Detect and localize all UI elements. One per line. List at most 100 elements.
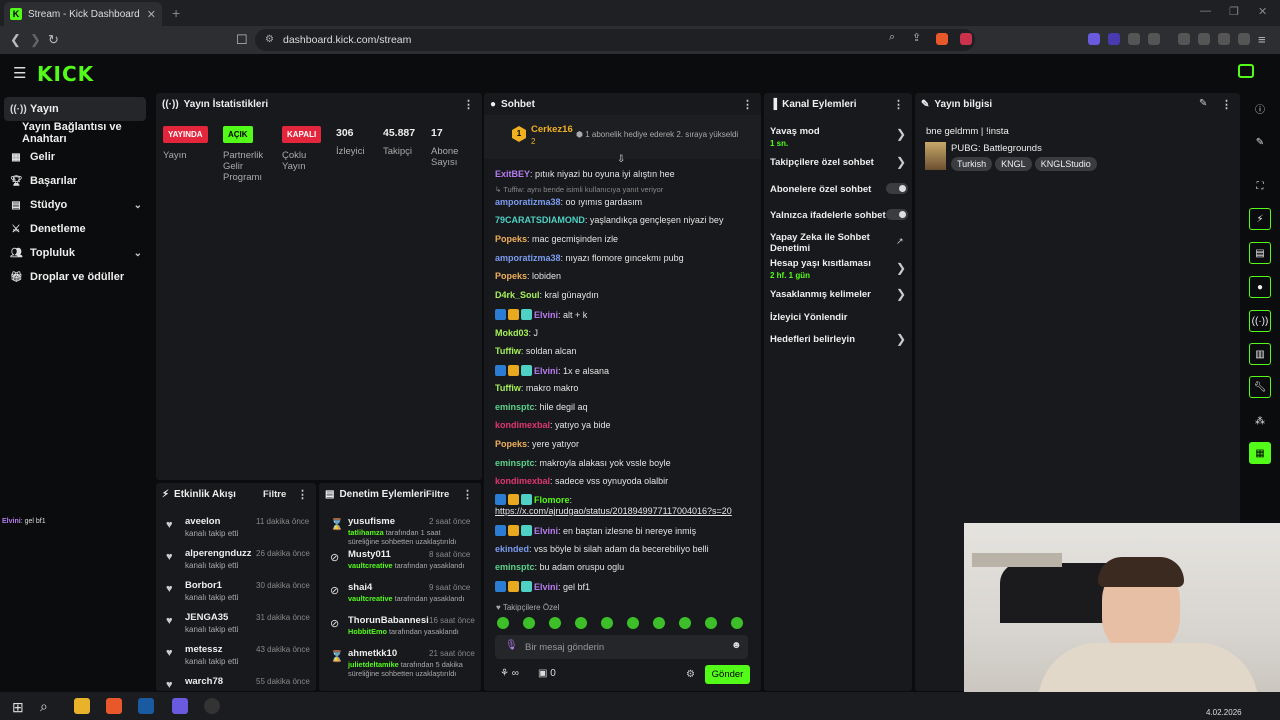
follower-chat-item[interactable]: Takipçilere özel sohbet	[770, 157, 910, 168]
wrench-icon[interactable]: 🔧︎	[1249, 376, 1271, 398]
chat-username[interactable]: Mokd03	[495, 328, 529, 338]
windows-start-icon[interactable]: ⊞	[12, 699, 24, 716]
chat-username[interactable]: Elvini	[534, 310, 558, 320]
chat-username[interactable]: Popeks	[495, 271, 527, 281]
chat-username[interactable]: kondimexbal	[495, 420, 550, 430]
moderator-name[interactable]: vaultcreative	[348, 561, 393, 570]
moderator-name[interactable]: tatlihamza	[348, 528, 384, 537]
sidebar-item-stream-key[interactable]: Yayın Bağlantısı ve Anahtarı	[4, 121, 146, 145]
account-age-item[interactable]: Hesap yaşı kısıtlaması 2 hf. 1 gün	[770, 258, 910, 280]
sidebar-item-topluluk[interactable]: 👥︎ Topluluk ⌄	[4, 241, 146, 265]
chat-tool-icon[interactable]: ●	[1249, 276, 1271, 298]
emote-icon[interactable]	[731, 617, 743, 629]
chat-username[interactable]: Flomore	[534, 495, 570, 505]
share-icon[interactable]: ⇪	[912, 31, 924, 44]
emote-icon[interactable]	[627, 617, 639, 629]
more-menu-icon[interactable]: ⋮	[463, 98, 474, 111]
settings-icon[interactable]: ⚙	[686, 669, 695, 680]
quick-action-icon[interactable]: ⚡︎	[1249, 208, 1271, 230]
more-menu-icon[interactable]: ⋮	[742, 98, 753, 111]
reload-icon[interactable]: ↻	[48, 32, 59, 48]
chat-username[interactable]: eminsptc	[495, 458, 535, 468]
moderation-tool-icon[interactable]: ▥	[1249, 343, 1271, 365]
chat-username[interactable]: Tuffiw	[495, 383, 521, 393]
chat-input[interactable]: 🎙︎ Bir mesaj gönderin ☻	[495, 635, 748, 659]
maximize-button[interactable]: ❐	[1229, 5, 1239, 18]
info-icon[interactable]: ⓘ	[1249, 97, 1271, 119]
moderated-username[interactable]: ahmetkk10	[348, 648, 397, 659]
steam-icon[interactable]	[138, 698, 154, 714]
emote-icon[interactable]	[523, 617, 535, 629]
sidebar-icon[interactable]	[1148, 33, 1160, 45]
broadcast-tool-icon[interactable]: ((·))	[1249, 310, 1271, 332]
emote-icon[interactable]	[497, 617, 509, 629]
emote-icon[interactable]	[679, 617, 691, 629]
activity-username[interactable]: aveelon	[185, 516, 220, 527]
chat-username[interactable]: Elvini	[534, 582, 558, 592]
chat-username[interactable]: eminsptc	[495, 562, 535, 572]
emote-chat-toggle[interactable]	[886, 209, 908, 220]
sub-chat-toggle[interactable]	[886, 183, 908, 194]
menu-icon[interactable]: ≡	[1258, 32, 1266, 47]
ai-moderation-item[interactable]: Yapay Zeka ile Sohbet Denetimi	[770, 232, 870, 254]
emote-icon[interactable]	[653, 617, 665, 629]
more-menu-icon[interactable]: ⋮	[297, 488, 308, 501]
activity-username[interactable]: Borbor1	[185, 580, 222, 591]
close-window-button[interactable]: ✕	[1258, 5, 1267, 18]
notes-icon[interactable]: ▤	[1249, 242, 1271, 264]
emote-icon[interactable]	[601, 617, 613, 629]
rewards-icon[interactable]	[960, 33, 972, 45]
brave-icon[interactable]	[106, 698, 122, 714]
moderator-name[interactable]: julietdeltamike	[348, 660, 399, 669]
filter-button[interactable]: Filtre	[426, 489, 449, 500]
set-goals-item[interactable]: Hedefleri belirleyin	[770, 334, 910, 345]
scroll-down-icon[interactable]: ⇩	[617, 154, 625, 165]
sidebar-item-basarilar[interactable]: 🏆︎ Başarılar	[4, 169, 146, 193]
emote-icon[interactable]	[705, 617, 717, 629]
browser-tab[interactable]: K Stream - Kick Dashboard ✕	[4, 2, 162, 26]
sidebar-item-droplar[interactable]: 🎁︎ Droplar ve ödüller	[4, 265, 146, 289]
moderated-username[interactable]: yusufisme	[348, 516, 395, 527]
activity-username[interactable]: alperengnduzz	[185, 548, 252, 559]
filter-button[interactable]: Filtre	[263, 489, 286, 500]
vpn-icon[interactable]	[1218, 33, 1230, 45]
forward-icon[interactable]: ❯	[30, 32, 41, 48]
slow-mode-item[interactable]: Yavaş mod 1 sn.	[770, 126, 910, 148]
zoom-icon[interactable]: ⌕	[889, 31, 901, 43]
shield-icon[interactable]	[1238, 33, 1250, 45]
banned-words-item[interactable]: Yasaklanmış kelimeler	[770, 289, 910, 300]
brave-shield-icon[interactable]	[936, 33, 948, 45]
panel-icon[interactable]	[1178, 33, 1190, 45]
more-menu-icon[interactable]: ⋮	[1221, 98, 1232, 111]
chat-username[interactable]: Elvini	[534, 366, 558, 376]
sidebar-item-yayin[interactable]: ((·)) Yayın	[4, 97, 146, 121]
chat-username[interactable]: Tuffiw	[495, 346, 521, 356]
chat-username[interactable]: D4rk_Soul	[495, 290, 540, 300]
chat-username[interactable]: amporatizma38	[495, 197, 561, 207]
sidebar-item-studyo[interactable]: ▤ Stüdyo ⌄	[4, 193, 146, 217]
kick-logo[interactable]: KICK	[37, 62, 94, 86]
extension-icon[interactable]	[1108, 33, 1120, 45]
external-link-icon[interactable]: ↗	[896, 236, 904, 247]
search-icon[interactable]: ⌕	[40, 698, 48, 715]
moderated-username[interactable]: shai4	[348, 582, 372, 593]
mic-icon[interactable]: 🎙︎	[505, 640, 518, 651]
file-explorer-icon[interactable]	[74, 698, 90, 714]
chat-username[interactable]: eminsptc	[495, 402, 535, 412]
chat-username[interactable]: amporatizma38	[495, 253, 561, 263]
moderator-name[interactable]: HobbitEmo	[348, 627, 387, 636]
edit-icon[interactable]: ✎	[1199, 98, 1207, 109]
sidebar-item-denetleme[interactable]: ⚔ Denetleme	[4, 217, 146, 241]
minimize-button[interactable]: —	[1200, 5, 1211, 17]
address-bar[interactable]: ⚙ dashboard.kick.com/stream	[255, 29, 975, 51]
site-info-icon[interactable]: ⚙	[265, 34, 274, 45]
chat-username[interactable]: ExitBEY	[495, 169, 530, 179]
edit-tool-icon[interactable]: ✎	[1249, 131, 1271, 153]
emote-icon[interactable]	[549, 617, 561, 629]
chevron-right-icon[interactable]: ❯	[896, 287, 906, 301]
back-icon[interactable]: ❮	[10, 32, 21, 48]
more-menu-icon[interactable]: ⋮	[462, 488, 473, 501]
activity-username[interactable]: metessz	[185, 644, 223, 655]
chat-text[interactable]: https://x.com/ajrudgao/status/2018949977…	[495, 506, 732, 516]
crop-icon[interactable]: ⛶	[1249, 175, 1271, 197]
